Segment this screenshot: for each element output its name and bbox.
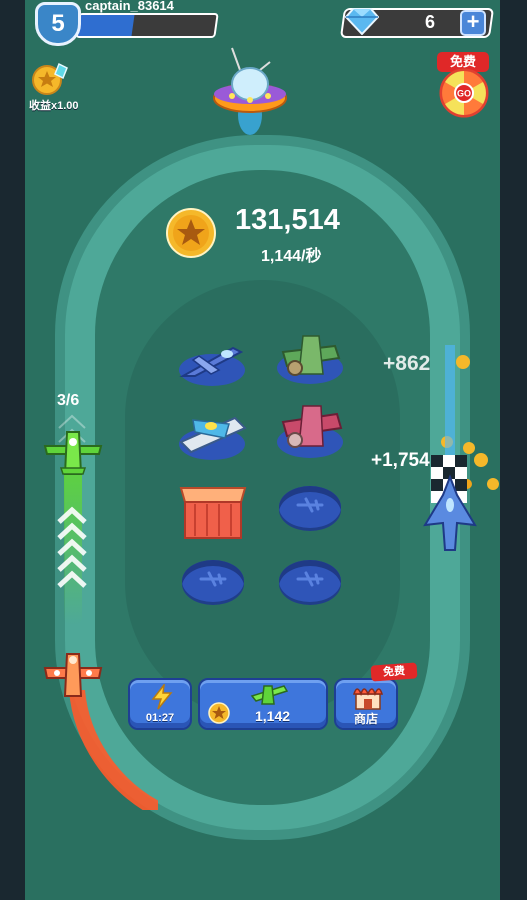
income-multiplier-label: 收益x1.00 <box>29 100 79 112</box>
plane-light-blue-slot-3[interactable] <box>175 402 249 462</box>
xp-progress-fill <box>77 15 135 36</box>
shop-free-tag: 免费 <box>370 662 418 682</box>
coin-icon <box>166 208 216 258</box>
username: captain_83614 <box>85 0 174 13</box>
game-screen: 5 captain_83614 6 + 收益x1.00 免费 GO 131,51… <box>25 0 500 900</box>
right-letterbox <box>500 0 527 900</box>
buy-plane-button[interactable]: 1,142 <box>198 678 328 730</box>
plane-silhouette-icon <box>296 571 324 587</box>
plane-green-camo-slot-2[interactable] <box>273 328 347 388</box>
plane-silhouette-icon <box>199 571 227 587</box>
floating-income-1: +862 <box>383 352 431 375</box>
ufo-icon[interactable] <box>210 40 290 140</box>
shop-button[interactable]: 商店 <box>334 678 398 730</box>
blue-racing-jet <box>423 345 477 551</box>
green-racing-plane <box>43 431 103 475</box>
income-boost-icon[interactable] <box>31 62 69 96</box>
coin-rate: 1,144/秒 <box>261 248 322 265</box>
green-plane-icon <box>250 685 288 705</box>
red-biplane <box>43 653 103 697</box>
plane-blue-jet-slot-1[interactable] <box>175 330 249 390</box>
speed-boost-button[interactable]: 01:27 <box>128 678 192 730</box>
add-gems-button[interactable]: + <box>460 10 486 36</box>
plane-silhouette-icon <box>296 497 324 513</box>
gem-count: 6 <box>424 12 435 32</box>
empty-slot-6[interactable] <box>279 486 341 528</box>
coin-icon <box>208 702 230 724</box>
shop-label: 商店 <box>353 712 378 726</box>
plane-pink-slot-4[interactable] <box>273 400 347 460</box>
wheel-go-label: GO <box>457 89 471 99</box>
buy-plane-cost: 1,142 <box>255 708 291 724</box>
gift-crate-slot-5[interactable] <box>177 478 249 542</box>
xp-progress-bar <box>75 13 219 38</box>
store-icon <box>353 688 383 710</box>
lightning-icon <box>151 684 173 710</box>
infield-shadow <box>125 280 400 720</box>
empty-slot-7[interactable] <box>182 560 244 602</box>
level-badge[interactable]: 5 <box>35 2 81 46</box>
diamond-icon <box>345 8 379 35</box>
lucky-wheel-icon[interactable]: GO <box>439 68 489 118</box>
empty-slot-8[interactable] <box>279 560 341 602</box>
lap-counter: 3/6 <box>57 392 80 409</box>
boost-timer: 01:27 <box>145 712 175 724</box>
coin-total: 131,514 <box>235 204 340 236</box>
left-letterbox <box>0 0 25 900</box>
floating-income-2: +1,754 <box>371 450 430 471</box>
